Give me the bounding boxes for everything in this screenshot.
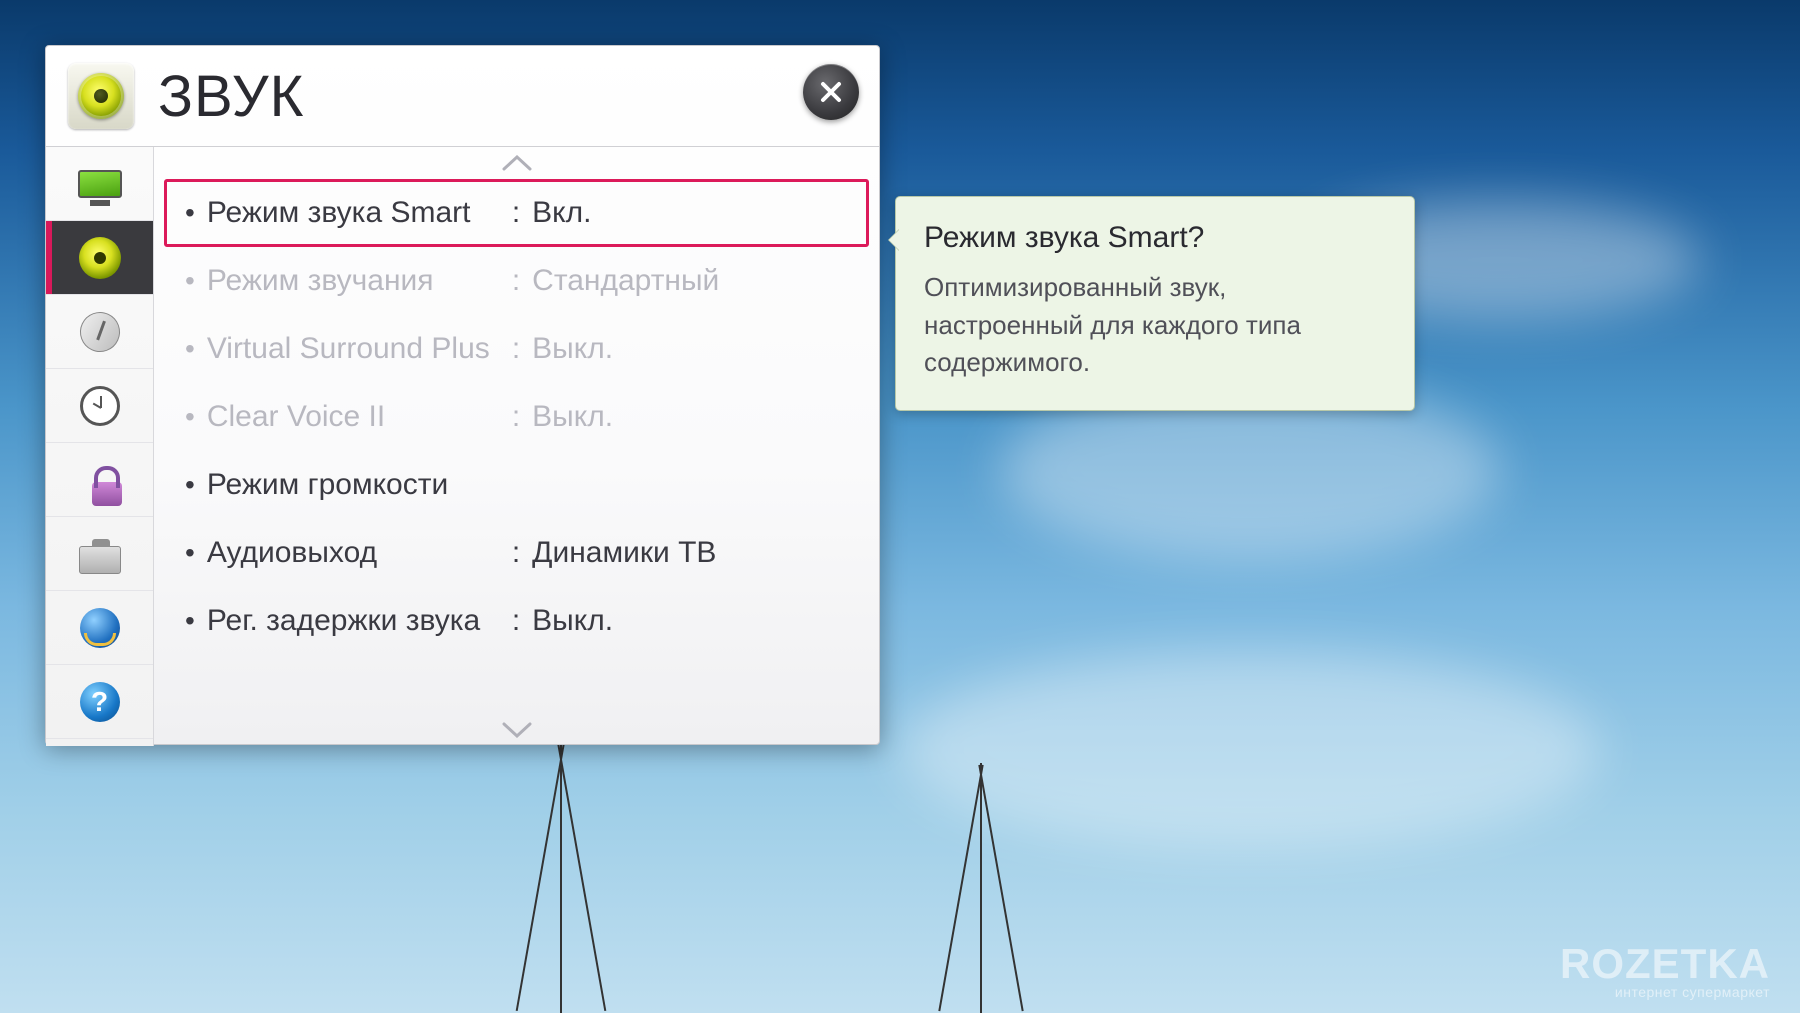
setting-value: Выкл. (532, 332, 613, 366)
sidebar-item-picture[interactable] (46, 147, 153, 221)
settings-content: • Режим звука Smart : Вкл. • Режим звуча… (154, 147, 879, 746)
lock-icon (92, 482, 122, 506)
setting-value: Стандартный (532, 264, 719, 298)
setting-sound-mode: • Режим звучания : Стандартный (164, 247, 869, 315)
help-icon: ? (80, 682, 120, 722)
bullet-icon: • (185, 537, 207, 569)
bullet-icon: • (185, 333, 207, 365)
watermark-brand: ROZETKA (1560, 943, 1770, 985)
bullet-icon: • (185, 401, 207, 433)
tooltip-title: Режим звука Smart? (924, 221, 1386, 255)
watermark-tagline: интернет супермаркет (1560, 985, 1770, 999)
watermark: ROZETKA интернет супермаркет (1560, 943, 1770, 999)
setting-value: Выкл. (532, 400, 613, 434)
sidebar-item-support[interactable]: ? (46, 665, 153, 739)
sidebar-item-channel[interactable] (46, 295, 153, 369)
setting-label: Режим громкости (207, 468, 866, 502)
sidebar-item-sound[interactable] (46, 221, 153, 295)
setting-clear-voice: • Clear Voice II : Выкл. (164, 383, 869, 451)
setting-audio-output[interactable]: • Аудиовыход : Динамики ТВ (164, 519, 869, 587)
toolbox-icon (79, 546, 121, 574)
bullet-icon: • (185, 197, 207, 229)
sound-title-icon (68, 63, 134, 129)
setting-value: Выкл. (532, 604, 613, 638)
satellite-icon (74, 306, 125, 357)
background-cloud (900, 650, 1600, 850)
sidebar-item-network[interactable] (46, 591, 153, 665)
clock-icon (80, 386, 120, 426)
bullet-icon: • (185, 469, 207, 501)
setting-label: Режим звучания (207, 264, 512, 298)
settings-panel: ЗВУК ? • Режим звука Smart : (45, 45, 880, 745)
monitor-icon (78, 170, 122, 198)
category-sidebar: ? (46, 147, 154, 746)
setting-label: Clear Voice II (207, 400, 512, 434)
speaker-icon (78, 73, 124, 119)
setting-volume-mode[interactable]: • Режим громкости (164, 451, 869, 519)
sidebar-item-time[interactable] (46, 369, 153, 443)
setting-label: Режим звука Smart (207, 196, 512, 230)
setting-label: Аудиовыход (207, 536, 512, 570)
sidebar-item-options[interactable] (46, 517, 153, 591)
settings-list: • Режим звука Smart : Вкл. • Режим звуча… (154, 179, 879, 714)
bullet-icon: • (185, 265, 207, 297)
close-button[interactable] (803, 64, 859, 120)
panel-body: ? • Режим звука Smart : Вкл. • Режим зву… (46, 146, 879, 746)
speaker-icon (79, 237, 121, 279)
background-tower (560, 733, 562, 1013)
bullet-icon: • (185, 605, 207, 637)
help-tooltip: Режим звука Smart? Оптимизированный звук… (895, 196, 1415, 411)
scroll-down-button[interactable] (154, 714, 879, 746)
tooltip-body: Оптимизированный звук, настроенный для к… (924, 269, 1386, 382)
setting-label: Рег. задержки звука (207, 604, 512, 638)
scroll-up-button[interactable] (154, 147, 879, 179)
setting-smart-sound-mode[interactable]: • Режим звука Smart : Вкл. (164, 179, 869, 247)
setting-value: Динамики ТВ (532, 536, 716, 570)
chevron-up-icon (502, 155, 532, 171)
close-icon (819, 80, 843, 104)
panel-header: ЗВУК (46, 46, 879, 146)
sidebar-item-lock[interactable] (46, 443, 153, 517)
setting-label: Virtual Surround Plus (207, 332, 512, 366)
background-tower (980, 763, 982, 1013)
panel-title: ЗВУК (158, 63, 304, 130)
setting-virtual-surround: • Virtual Surround Plus : Выкл. (164, 315, 869, 383)
chevron-down-icon (502, 722, 532, 738)
setting-av-sync[interactable]: • Рег. задержки звука : Выкл. (164, 587, 869, 655)
setting-value: Вкл. (532, 196, 591, 230)
network-icon (80, 608, 120, 648)
